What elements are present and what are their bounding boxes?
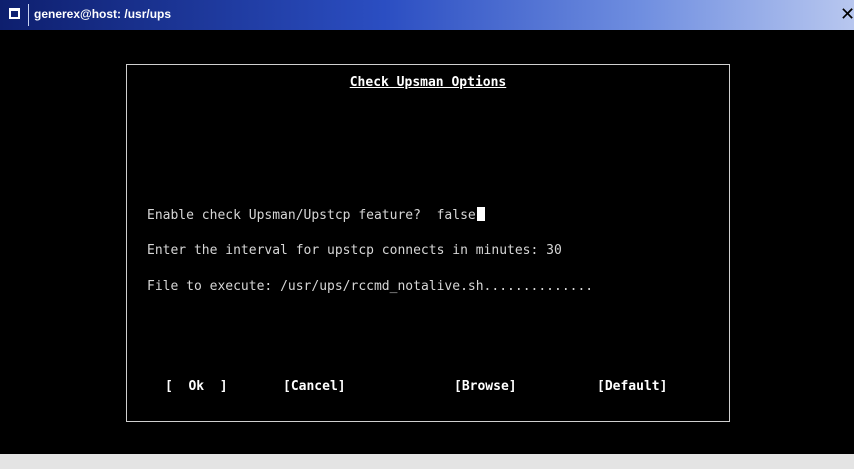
window-bottom-edge [0, 454, 854, 469]
default-button[interactable]: [Default] [597, 379, 667, 394]
window-title: generex@host: /usr/ups [34, 7, 172, 21]
close-icon[interactable]: ✕ [840, 5, 854, 25]
window-menu-icon[interactable] [9, 8, 20, 19]
file-path-field[interactable]: /usr/ups/rccmd_notalive.sh.............. [280, 279, 593, 294]
title-separator [28, 4, 29, 26]
interval-row: Enter the interval for upstcp connects i… [147, 243, 562, 258]
options-dialog: Check Upsman Options Enable check Upsman… [126, 64, 730, 422]
file-label: File to execute: [147, 279, 273, 294]
enable-check-field[interactable]: false [437, 208, 476, 223]
enable-check-label: Enable check Upsman/Upstcp feature? [147, 208, 421, 223]
dialog-title: Check Upsman Options [349, 75, 507, 90]
ok-button[interactable]: [ Ok ] [165, 379, 228, 394]
file-row: File to execute: /usr/ups/rccmd_notalive… [147, 279, 593, 294]
interval-label: Enter the interval for upstcp connects i… [147, 243, 539, 258]
interval-field[interactable]: 30 [546, 243, 562, 258]
cancel-button[interactable]: [Cancel] [283, 379, 346, 394]
browse-button[interactable]: [Browse] [454, 379, 517, 394]
terminal-window: generex@host: /usr/ups ✕ Check Upsman Op… [0, 0, 854, 469]
title-bar[interactable]: generex@host: /usr/ups ✕ [0, 0, 854, 30]
enable-check-row: Enable check Upsman/Upstcp feature? fals… [147, 207, 485, 223]
text-cursor [476, 207, 485, 221]
